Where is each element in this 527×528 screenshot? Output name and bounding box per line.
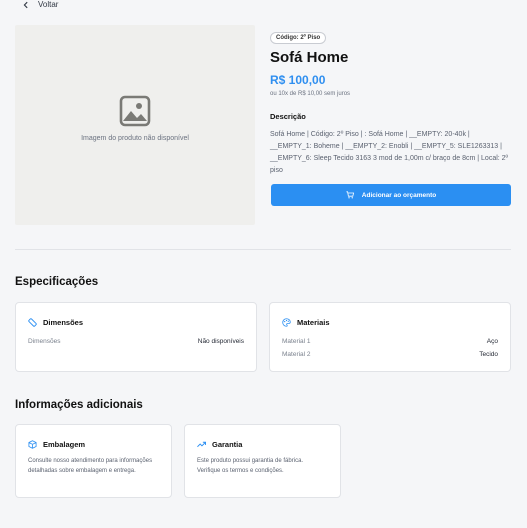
- dimensions-key: Dimensões: [28, 338, 61, 345]
- description-text: Sofá Home | Código: 2º Piso | : Sofá Hom…: [270, 131, 509, 174]
- warranty-text: Este produto possui garantia de fábrica.…: [197, 458, 304, 474]
- materials-title: Materiais: [297, 318, 330, 327]
- trending-up-icon: [197, 441, 206, 448]
- packaging-card: Embalagem Consulte nosso atendimento par…: [15, 424, 172, 498]
- material-2-key: Material 2: [282, 351, 311, 358]
- material-row: Material 1 Aço: [270, 338, 510, 345]
- cart-icon: [346, 191, 354, 199]
- code-badge: Código: 2º Piso: [270, 32, 327, 44]
- material-1-value: Aço: [486, 338, 498, 345]
- warranty-card: Garantia Este produto possui garantia de…: [184, 424, 341, 498]
- product-title: Sofá Home: [270, 49, 349, 66]
- description-label: Descrição: [270, 112, 306, 121]
- dimensions-card: Dimensões Dimensões Não disponíveis: [15, 302, 257, 372]
- back-label: Voltar: [38, 0, 59, 9]
- section-divider: [15, 249, 511, 250]
- palette-icon: [282, 318, 291, 327]
- additional-title: Informações adicionais: [15, 399, 143, 411]
- add-to-quote-button[interactable]: Adicionar ao orçamento: [271, 184, 511, 206]
- ruler-icon: [28, 318, 37, 327]
- add-to-quote-label: Adicionar ao orçamento: [361, 191, 437, 199]
- dimensions-title: Dimensões: [43, 318, 84, 327]
- packaging-title: Embalagem: [43, 440, 86, 449]
- image-unavailable-text: Imagem do produto não disponível: [81, 134, 189, 142]
- warranty-title: Garantia: [212, 440, 243, 449]
- back-link[interactable]: Voltar: [22, 0, 58, 9]
- arrow-left-icon: [23, 1, 28, 8]
- product-price: R$ 100,00: [270, 73, 326, 87]
- installments-text: ou 10x de R$ 10,00 sem juros: [270, 91, 351, 97]
- product-image-placeholder: Imagem do produto não disponível: [15, 25, 255, 225]
- dimensions-value: Não disponíveis: [197, 338, 244, 345]
- materials-card: Materiais Material 1 Aço Material 2 Teci…: [269, 302, 511, 372]
- material-1-key: Material 1: [282, 338, 311, 345]
- material-2-value: Tecido: [479, 351, 498, 358]
- image-icon: [119, 95, 151, 126]
- package-icon: [28, 440, 37, 449]
- packaging-text: Consulte nosso atendimento para informaç…: [28, 458, 153, 474]
- product-info: Código: 2º Piso Sofá Home R$ 100,00 ou 1…: [270, 26, 511, 177]
- dimensions-row: Dimensões Não disponíveis: [16, 338, 256, 345]
- specs-title: Especificações: [15, 276, 99, 288]
- material-row: Material 2 Tecido: [270, 351, 510, 358]
